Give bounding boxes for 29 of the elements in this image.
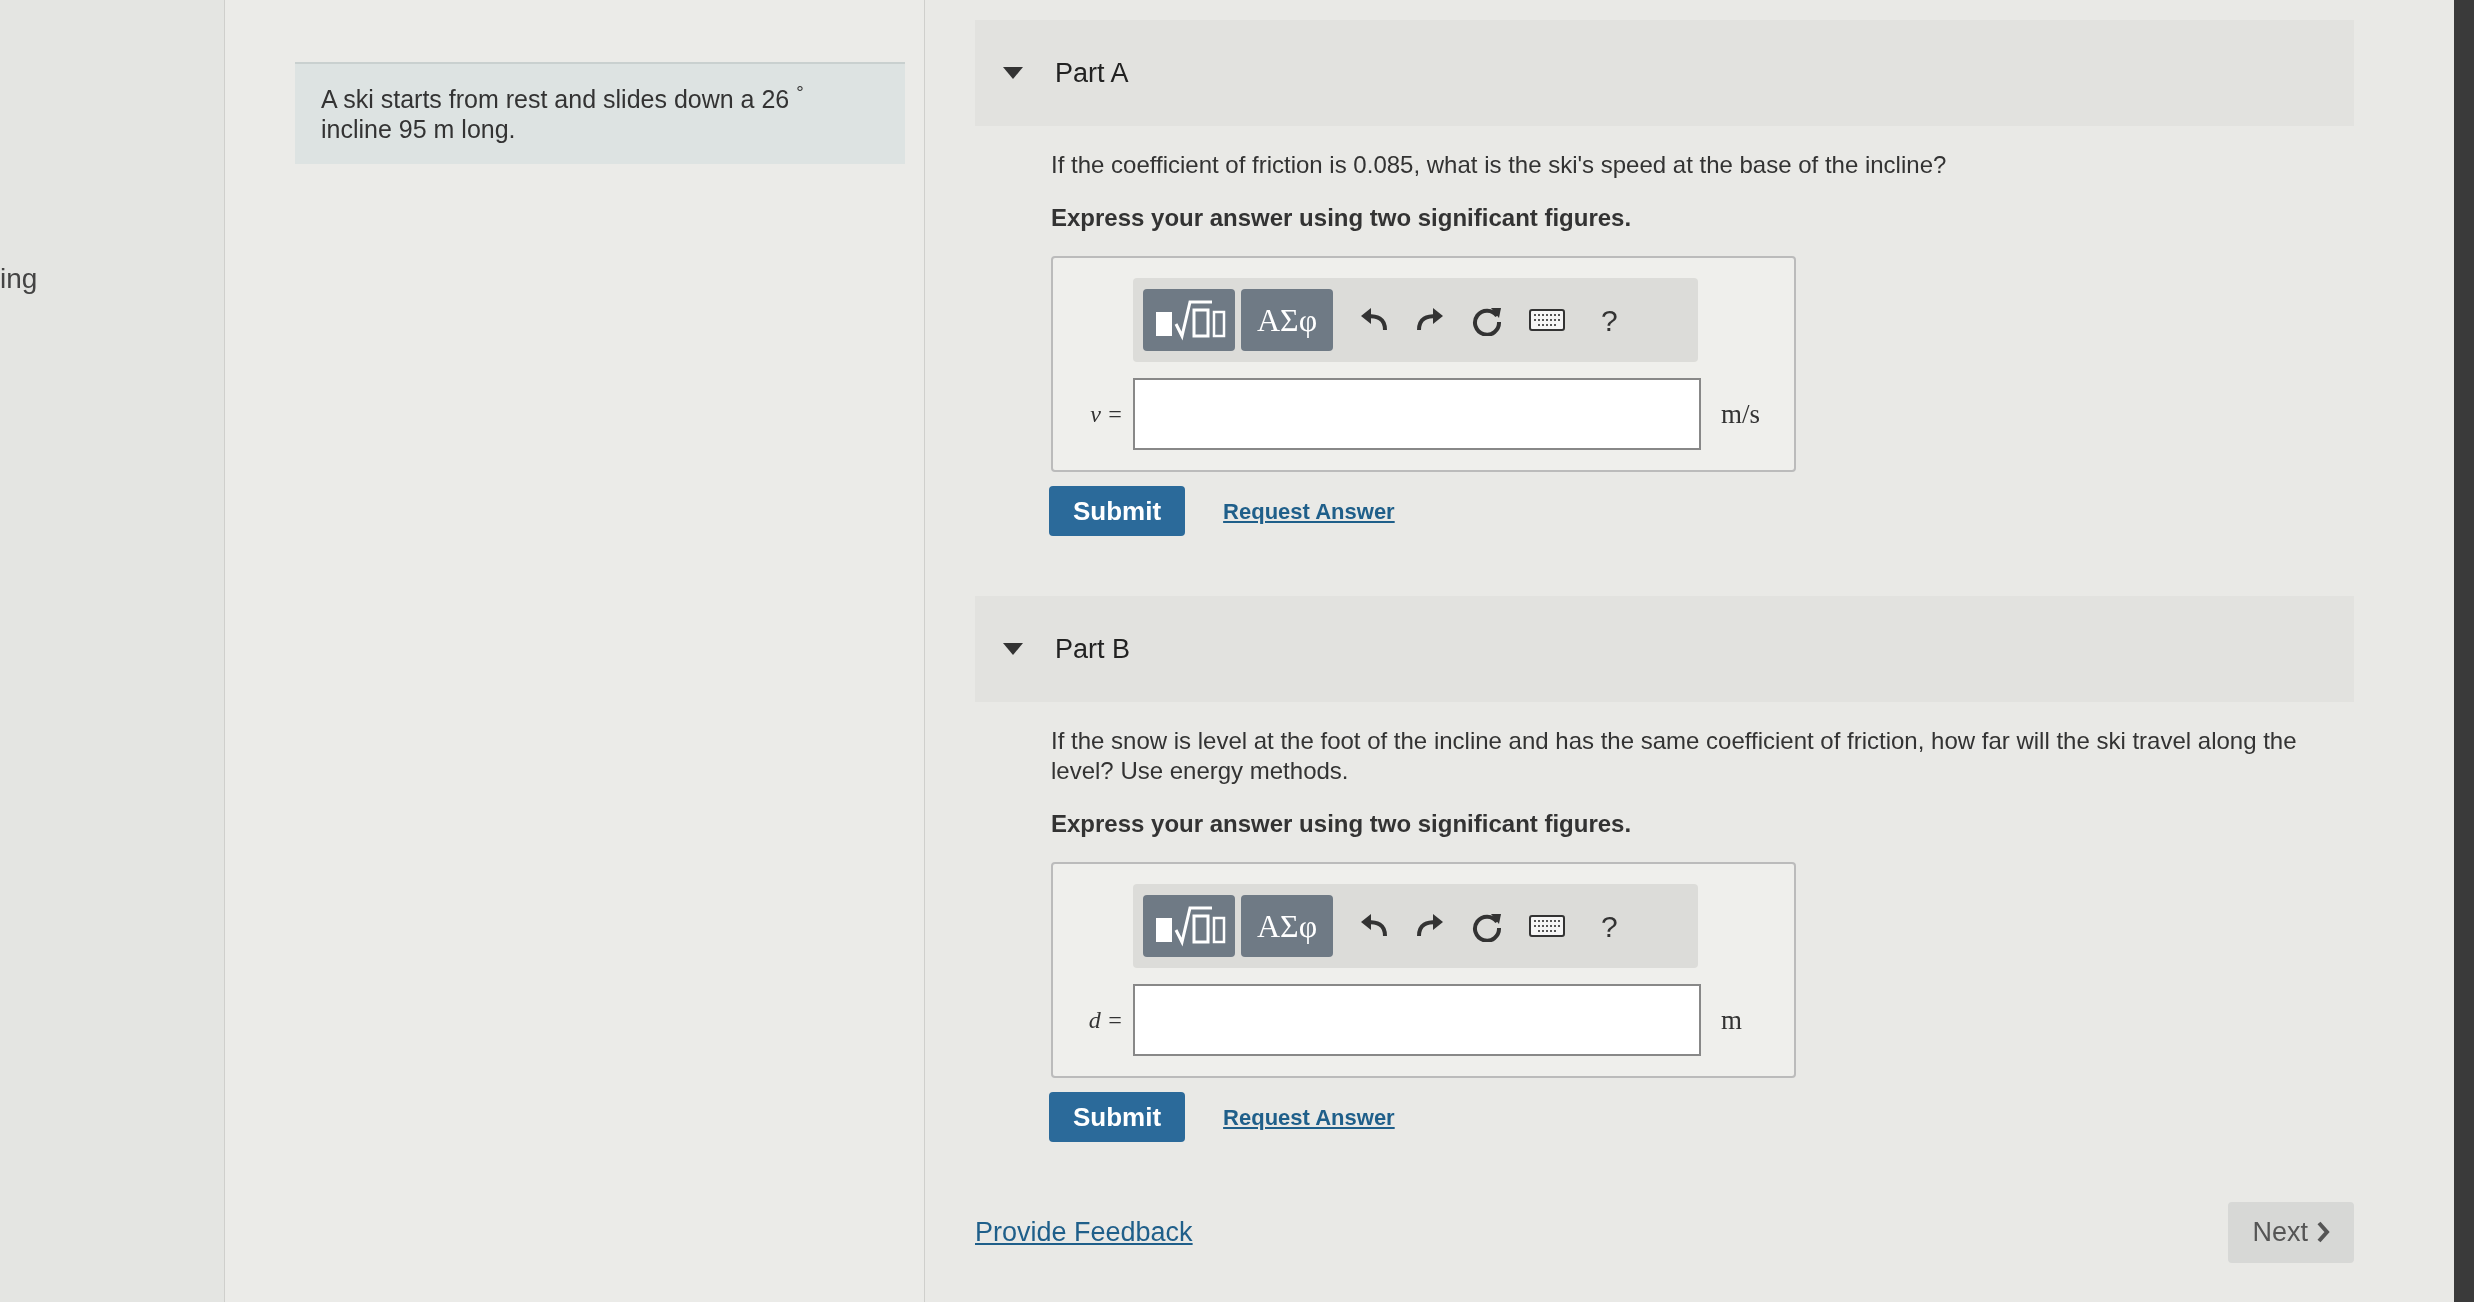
keyboard-icon[interactable] [1529, 309, 1565, 331]
problem-statement: A ski starts from rest and slides down a 26 $^{°}$ incline 95 m long. [295, 62, 905, 164]
instruction-text: Express your answer using two significant figures. [1051, 809, 1633, 839]
next-button[interactable]: Next [2228, 1202, 2354, 1263]
part-header[interactable]: Part A [975, 20, 2354, 126]
chevron-right-icon [2316, 1221, 2330, 1244]
help-button[interactable]: ? [1591, 903, 1628, 949]
template-button[interactable] [1143, 289, 1235, 351]
greek-symbols-button[interactable]: ΑΣφ [1241, 895, 1333, 957]
question-text: If the snow is level at the foot of the incline and has the same coefficient of friction, how far will the ski travel along the level? Use energy methods. [1051, 726, 2298, 786]
greek-symbols-button[interactable]: ΑΣφ [1241, 289, 1333, 351]
instruction-text: Express your answer using two significant figures. [1051, 203, 1633, 233]
question-text: If the coefficient of friction is 0.085, what is the ski's speed at the base of the incline? [1051, 150, 1948, 180]
provide-feedback-link[interactable]: Provide Feedback [975, 1212, 1193, 1253]
submit-button[interactable]: Submit [1049, 1092, 1186, 1142]
keyboard-icon[interactable] [1529, 915, 1565, 937]
part-header[interactable]: Part B [975, 596, 2354, 702]
submit-button[interactable]: Submit [1049, 486, 1186, 536]
unit-label: m [1721, 1003, 1742, 1037]
template-button[interactable] [1143, 895, 1235, 957]
variable-label: d = [1087, 1006, 1123, 1035]
answer-input[interactable] [1133, 984, 1701, 1056]
request-answer-link[interactable]: Request Answer [1223, 494, 1395, 528]
sidebar-text: ing [0, 263, 38, 294]
variable-label: v = [1089, 400, 1123, 429]
answer-input[interactable] [1133, 378, 1701, 450]
unit-label: m/s [1721, 397, 1760, 431]
help-button[interactable]: ? [1591, 297, 1628, 343]
request-answer-link[interactable]: Request Answer [1223, 1100, 1395, 1134]
